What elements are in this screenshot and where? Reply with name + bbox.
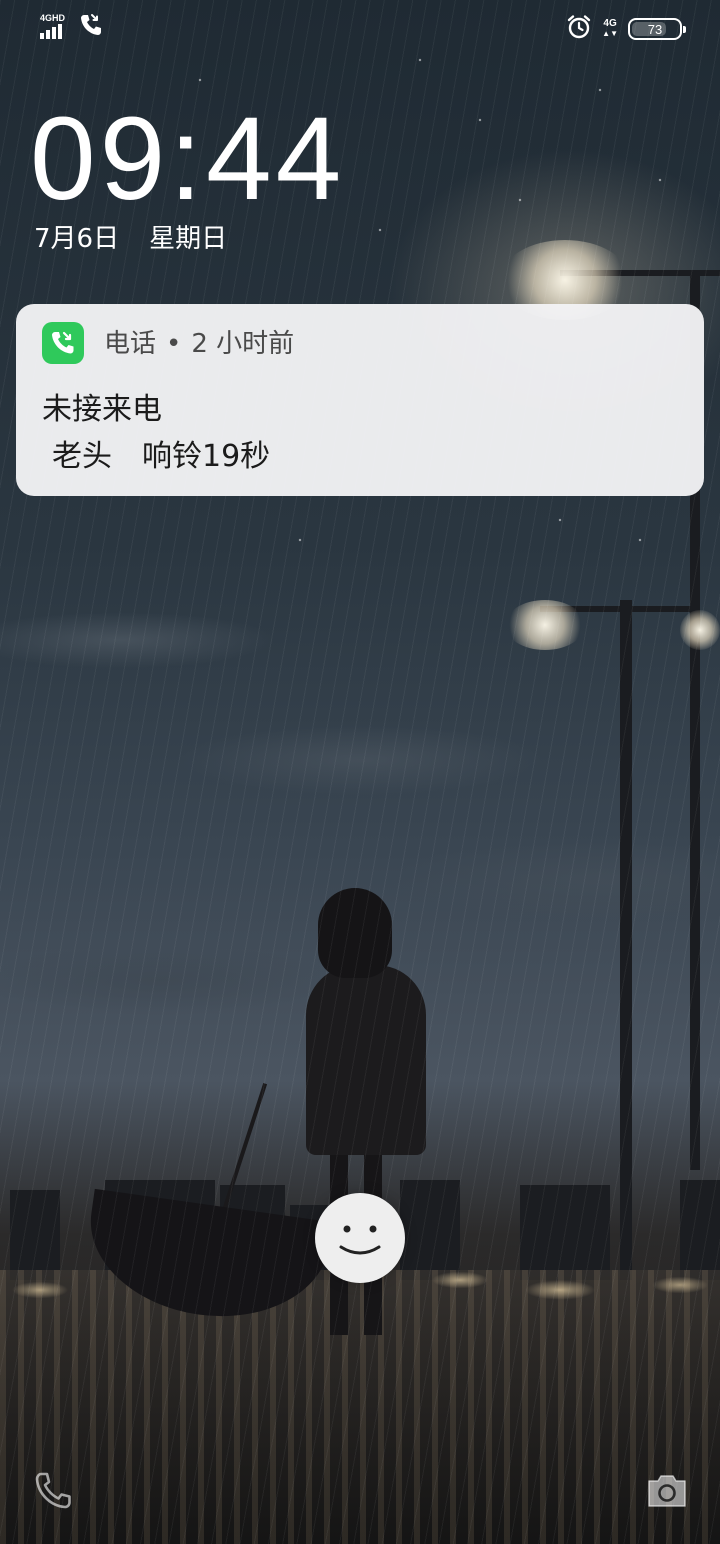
cellular-signal-icon: 4GHD bbox=[38, 13, 70, 41]
missed-call-notification[interactable]: 电话 • 2 小时前 未接来电 老头 响铃19秒 bbox=[16, 304, 704, 496]
notification-caller-name: 老头 bbox=[52, 439, 112, 474]
battery-icon: 73 bbox=[628, 18, 686, 40]
notification-separator: • bbox=[166, 329, 182, 359]
lock-screen: 4GHD 4G ▲▼ 73 09:44 7月6日 星期日 电话 • 2 小时前 … bbox=[0, 0, 720, 1544]
wallpaper-figure-head bbox=[318, 888, 392, 978]
notification-ring-duration: 响铃19秒 bbox=[142, 439, 271, 474]
wallpaper-lamp-post bbox=[620, 600, 632, 1280]
data-arrows-icon: ▲▼ bbox=[602, 29, 618, 38]
lock-screen-date: 7月6日 bbox=[34, 224, 120, 254]
wallpaper-lamp-light bbox=[680, 610, 720, 650]
notification-header: 电话 • 2 小时前 bbox=[104, 324, 294, 364]
smiley-unlock-icon bbox=[339, 1225, 381, 1255]
lock-screen-weekday: 星期日 bbox=[149, 224, 228, 254]
wallpaper-lamp-light bbox=[505, 600, 585, 650]
status-bar: 4GHD 4G ▲▼ 73 bbox=[0, 0, 720, 56]
lock-screen-clock: 09:44 bbox=[30, 93, 346, 225]
camera-shortcut-button[interactable] bbox=[642, 1466, 692, 1516]
battery-level-text: 73 bbox=[647, 21, 663, 37]
missed-call-icon bbox=[78, 12, 104, 42]
battery-tip bbox=[683, 26, 686, 33]
status-bar-right: 4G ▲▼ 73 bbox=[566, 14, 686, 44]
phone-app-icon bbox=[42, 322, 84, 364]
signal-bars bbox=[40, 24, 62, 39]
mobile-data-label: 4G bbox=[603, 18, 617, 29]
phone-icon bbox=[35, 1472, 71, 1509]
notification-app-name: 电话 bbox=[104, 329, 157, 359]
status-bar-left: 4GHD bbox=[38, 12, 104, 42]
notification-time: 2 小时前 bbox=[191, 329, 295, 359]
notification-body: 老头 响铃19秒 bbox=[52, 437, 270, 477]
wallpaper-figure-body bbox=[306, 965, 426, 1155]
network-type-label: 4GHD bbox=[40, 13, 66, 23]
lock-screen-date-row: 7月6日 星期日 bbox=[34, 222, 227, 256]
unlock-button[interactable] bbox=[315, 1193, 405, 1283]
notification-title: 未接来电 bbox=[42, 392, 162, 427]
mobile-data-icon: 4G ▲▼ bbox=[602, 19, 618, 39]
camera-icon bbox=[648, 1475, 686, 1507]
phone-shortcut-button[interactable] bbox=[28, 1466, 78, 1516]
alarm-clock-icon bbox=[566, 14, 592, 44]
